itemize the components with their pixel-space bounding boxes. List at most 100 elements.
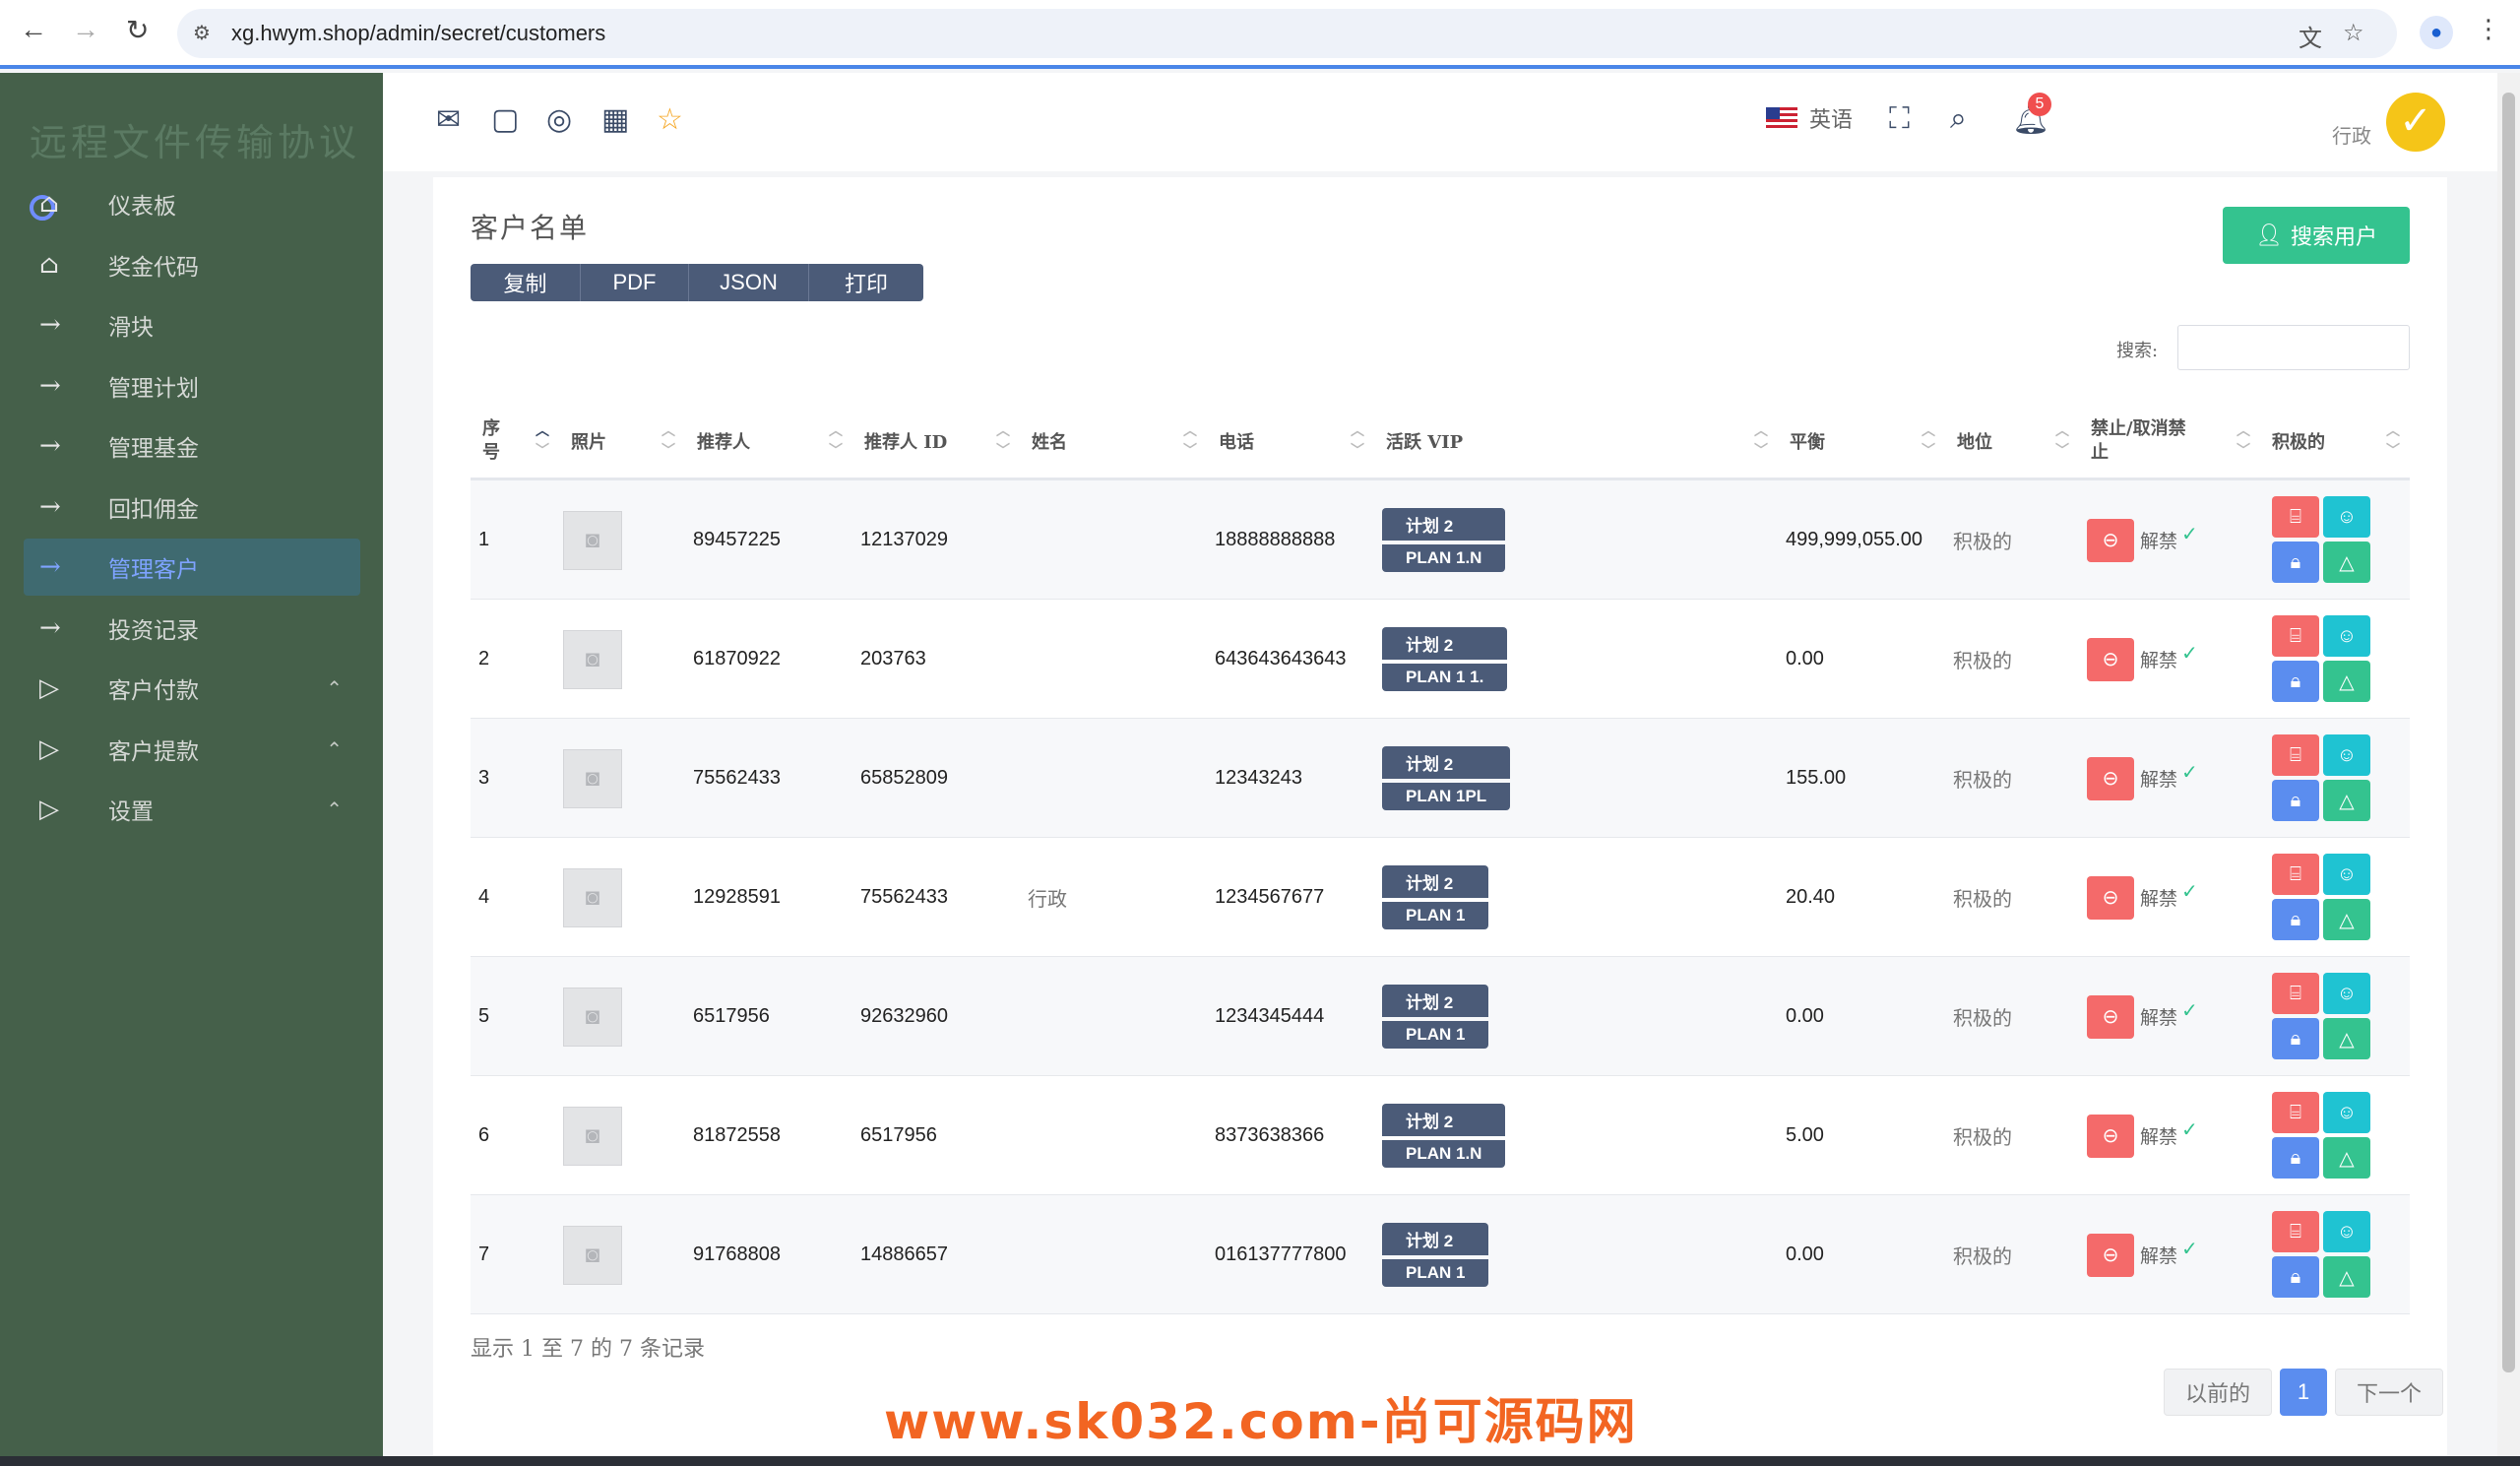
camera-icon: ◙: [563, 1106, 622, 1166]
scrollbar-thumb[interactable]: [2502, 93, 2515, 1372]
user-icon[interactable]: ☺: [2323, 973, 2370, 1014]
search-icon[interactable]: ⌕: [1950, 102, 1967, 136]
lock-icon[interactable]: 🔒︎: [2272, 1018, 2319, 1059]
gift-icon[interactable]: ⌸: [2272, 854, 2319, 895]
gift-icon[interactable]: ⌸: [2272, 1211, 2319, 1252]
column-header-9[interactable]: 禁止/取消禁止 ︿ ﹀: [2091, 402, 2260, 480]
unban-label[interactable]: 解禁: [2140, 884, 2177, 911]
ban-user-button[interactable]: ⊖: [2087, 1233, 2134, 1277]
back-icon[interactable]: ←: [20, 14, 47, 45]
sort-icon: ︿ ﹀: [536, 423, 549, 459]
pdf-button[interactable]: PDF: [581, 264, 689, 301]
sidebar-item-10[interactable]: ▷ 设置 ⌃: [24, 781, 360, 838]
prev-page-button[interactable]: 以前的: [2164, 1369, 2272, 1416]
print-button[interactable]: 打印: [809, 264, 923, 301]
triangle-icon[interactable]: △: [2323, 780, 2370, 821]
ban-user-button[interactable]: ⊖: [2087, 875, 2134, 920]
unban-label[interactable]: 解禁: [2140, 765, 2177, 792]
translate-icon[interactable]: 文: [2299, 19, 2322, 53]
user-icon[interactable]: ☺: [2323, 734, 2370, 776]
user-icon[interactable]: ☺: [2323, 496, 2370, 538]
column-header-1[interactable]: 照片 ︿ ﹀: [571, 402, 685, 480]
column-header-5[interactable]: 电话 ︿ ﹀: [1219, 402, 1374, 480]
next-page-button[interactable]: 下一个: [2335, 1369, 2443, 1416]
ban-user-button[interactable]: ⊖: [2087, 637, 2134, 681]
profile-icon[interactable]: ●: [2420, 16, 2453, 49]
sidebar-item-label: 客户提款: [108, 738, 199, 765]
column-header-4[interactable]: 姓名 ︿ ﹀: [1032, 402, 1207, 480]
ban-user-button[interactable]: ⊖: [2087, 518, 2134, 562]
chat-icon[interactable]: ▢: [491, 102, 519, 137]
table-row: 3 ◙ 75562433 65852809 12343243 计划 2 PLAN 1PL 15…: [471, 719, 2410, 838]
copy-button[interactable]: 复制: [471, 264, 581, 301]
unban-label[interactable]: 解禁: [2140, 1003, 2177, 1030]
triangle-icon[interactable]: △: [2323, 1256, 2370, 1298]
column-header-10[interactable]: 积极的 ︿ ﹀: [2272, 402, 2410, 480]
search-input[interactable]: [2177, 325, 2410, 370]
user-icon[interactable]: ☺: [2323, 854, 2370, 895]
ban-user-button[interactable]: ⊖: [2087, 994, 2134, 1039]
address-bar[interactable]: ⚙ xg.hwym.shop/admin/secret/customers 文 …: [177, 9, 2397, 58]
column-header-6[interactable]: 活跃 VIP ︿ ﹀: [1386, 402, 1778, 480]
check-circle-icon[interactable]: ◎: [546, 102, 572, 137]
sidebar-item-9[interactable]: ▷ 客户提款 ⌃: [24, 721, 360, 778]
reload-icon[interactable]: ↻: [126, 14, 149, 46]
lock-icon[interactable]: 🔒︎: [2272, 661, 2319, 702]
column-header-0[interactable]: 序号 ︿ ﹀: [482, 402, 559, 480]
unban-label[interactable]: 解禁: [2140, 1242, 2177, 1268]
user-avatar[interactable]: ✓: [2386, 93, 2445, 152]
ban-user-button[interactable]: ⊖: [2087, 756, 2134, 800]
column-header-2[interactable]: 推荐人 ︿ ﹀: [697, 402, 852, 480]
column-header-8[interactable]: 地位 ︿ ﹀: [1957, 402, 2079, 480]
triangle-icon[interactable]: △: [2323, 899, 2370, 940]
search-user-button[interactable]: 👤︎ 搜索用户: [2223, 207, 2410, 264]
lock-icon[interactable]: 🔒︎: [2272, 1137, 2319, 1179]
gift-icon[interactable]: ⌸: [2272, 973, 2319, 1014]
gift-icon[interactable]: ⌸: [2272, 615, 2319, 657]
browser-menu-icon[interactable]: ⋮: [2476, 14, 2501, 44]
arrow-right-icon: →: [39, 552, 61, 582]
gift-icon[interactable]: ⌸: [2272, 1092, 2319, 1133]
sort-icon: ︿ ﹀: [2236, 423, 2250, 459]
sidebar-item-7[interactable]: → 投资记录: [24, 600, 360, 657]
gift-icon[interactable]: ⌸: [2272, 734, 2319, 776]
sidebar-item-4[interactable]: → 管理基金: [24, 417, 360, 475]
column-header-3[interactable]: 推荐人 ID ︿ ﹀: [864, 402, 1020, 480]
user-icon[interactable]: ☺: [2323, 1092, 2370, 1133]
fullscreen-icon[interactable]: ⛶: [1889, 102, 1910, 136]
sidebar-item-8[interactable]: ▷ 客户付款 ⌃: [24, 660, 360, 717]
bookmark-star-icon[interactable]: ☆: [2343, 19, 2364, 47]
triangle-icon[interactable]: △: [2323, 542, 2370, 583]
lock-icon[interactable]: 🔒︎: [2272, 780, 2319, 821]
triangle-icon[interactable]: △: [2323, 1137, 2370, 1179]
gift-icon[interactable]: ⌸: [2272, 496, 2319, 538]
mail-icon[interactable]: ✉: [436, 102, 461, 137]
language-switch[interactable]: 英语: [1766, 102, 1853, 134]
calendar-icon[interactable]: ▦: [601, 102, 629, 137]
column-header-7[interactable]: 平衡 ︿ ﹀: [1790, 402, 1945, 480]
sidebar-item-6[interactable]: → 管理客户: [24, 539, 360, 596]
unban-label[interactable]: 解禁: [2140, 1122, 2177, 1149]
sidebar-item-2[interactable]: → 滑块: [24, 296, 360, 353]
site-info-icon[interactable]: ⚙: [193, 21, 211, 45]
unban-label[interactable]: 解禁: [2140, 527, 2177, 553]
triangle-icon[interactable]: △: [2323, 661, 2370, 702]
lock-icon[interactable]: 🔒︎: [2272, 1256, 2319, 1298]
sidebar-item-5[interactable]: → 回扣佣金: [24, 478, 360, 536]
triangle-icon[interactable]: △: [2323, 1018, 2370, 1059]
ban-user-button[interactable]: ⊖: [2087, 1114, 2134, 1158]
user-icon[interactable]: ☺: [2323, 1211, 2370, 1252]
sidebar-item-3[interactable]: → 管理计划: [24, 357, 360, 414]
star-icon[interactable]: ☆: [657, 102, 683, 137]
json-button[interactable]: JSON: [689, 264, 809, 301]
page-1-button[interactable]: 1: [2280, 1369, 2327, 1416]
sidebar-item-0[interactable]: ⌂ 仪表板: [24, 175, 360, 232]
user-icon[interactable]: ☺: [2323, 615, 2370, 657]
unban-label[interactable]: 解禁: [2140, 646, 2177, 672]
lock-icon[interactable]: 🔒︎: [2272, 899, 2319, 940]
page-scrollbar[interactable]: [2497, 73, 2520, 1456]
lock-icon[interactable]: 🔒︎: [2272, 542, 2319, 583]
vip-tags: 计划 2 PLAN 1.N: [1382, 1104, 1506, 1168]
sidebar-item-1[interactable]: ⌂ 奖金代码: [24, 236, 360, 293]
forward-icon[interactable]: →: [72, 14, 99, 45]
